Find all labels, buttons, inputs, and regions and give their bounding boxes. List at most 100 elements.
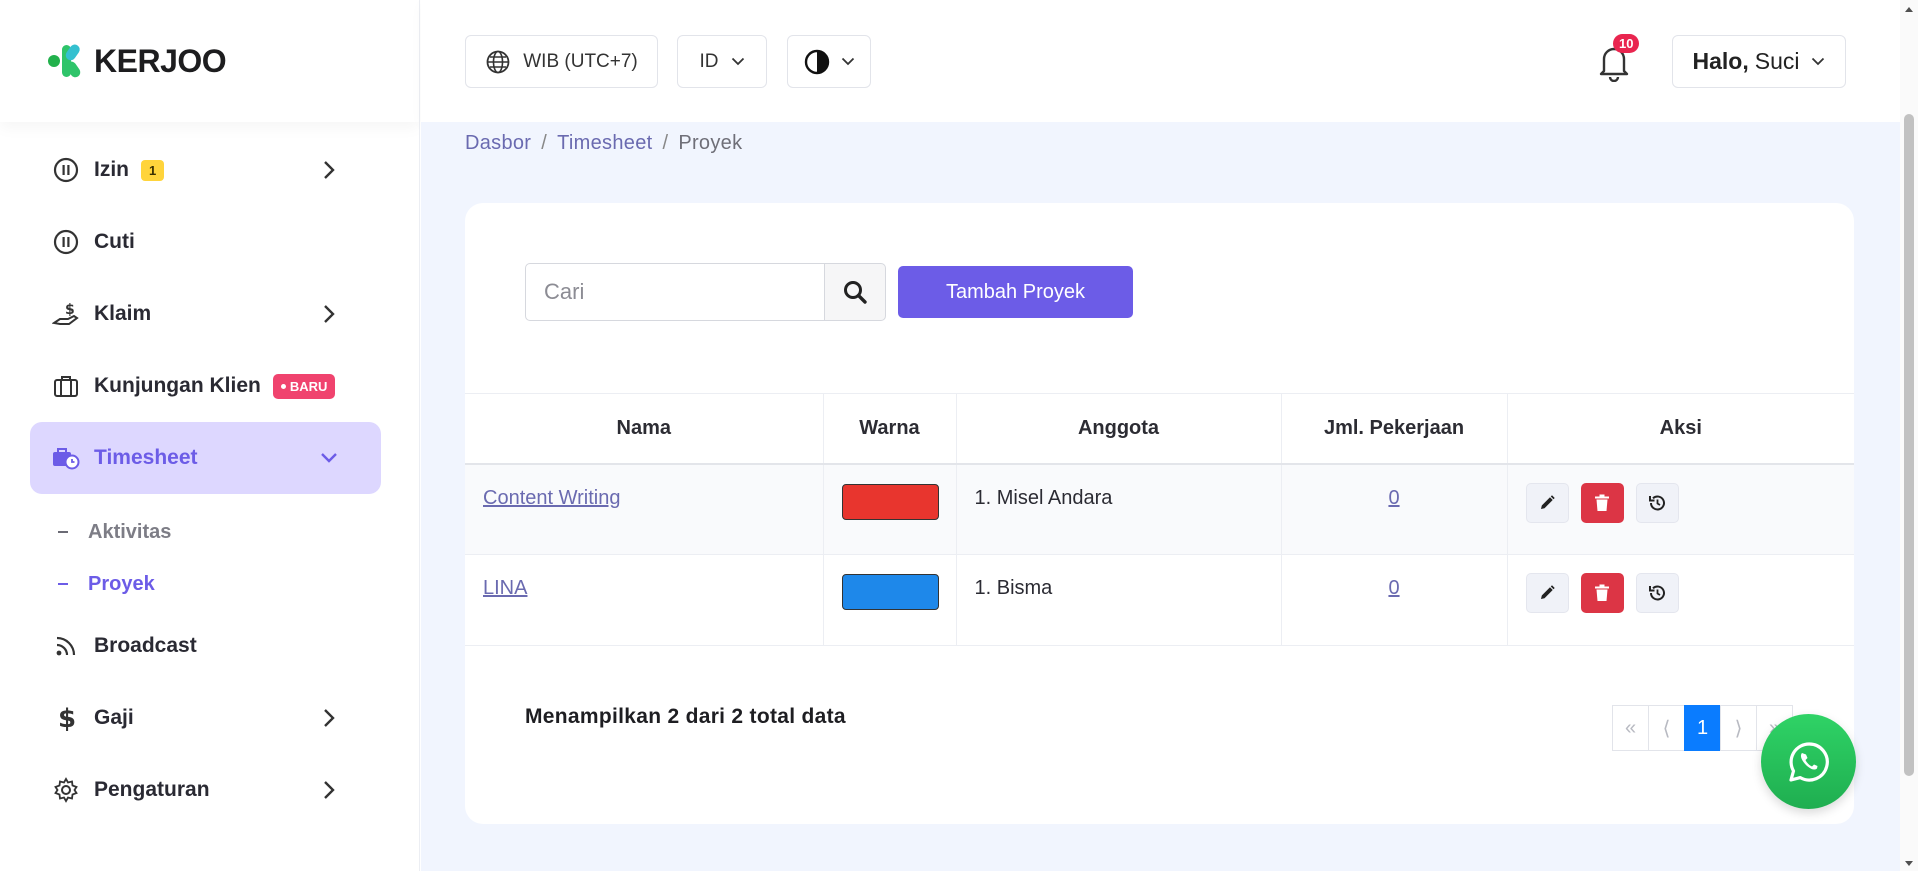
user-menu-button[interactable]: Halo, Suci bbox=[1672, 35, 1846, 88]
sidebar-item-pengaturan[interactable]: Pengaturan bbox=[0, 754, 419, 826]
sidebar: KERJOO Izin 1 Cuti $ Klaim Kunjungan Kli… bbox=[0, 0, 420, 871]
history-button[interactable] bbox=[1635, 482, 1679, 523]
table-info-text: Menampilkan 2 dari 2 total data bbox=[525, 705, 846, 728]
greeting-label: Halo, bbox=[1692, 48, 1749, 74]
svg-text:$: $ bbox=[65, 302, 75, 318]
sidebar-item-label: Kunjungan Klien bbox=[94, 374, 261, 397]
sidebar-item-label: Pengaturan bbox=[94, 778, 210, 801]
language-select[interactable]: ID bbox=[677, 35, 767, 88]
breadcrumb-timesheet[interactable]: Timesheet bbox=[557, 132, 652, 154]
dash-marker bbox=[58, 583, 68, 585]
pencil-icon bbox=[1538, 584, 1556, 602]
pencil-icon bbox=[1538, 494, 1556, 512]
breadcrumb-current: Proyek bbox=[678, 132, 743, 154]
sidebar-item-label: Broadcast bbox=[94, 634, 197, 657]
chevron-right-icon bbox=[318, 705, 340, 731]
timezone-button[interactable]: WIB (UTC+7) bbox=[465, 35, 658, 88]
count-badge: 1 bbox=[141, 159, 165, 181]
sidebar-item-label: Klaim bbox=[94, 302, 152, 325]
sidebar-nav: Izin 1 Cuti $ Klaim Kunjungan Klien BARU bbox=[0, 122, 419, 826]
chevron-down-icon bbox=[731, 57, 745, 66]
jobs-count-link[interactable]: 0 bbox=[1388, 487, 1399, 509]
delete-button[interactable] bbox=[1580, 573, 1624, 613]
whatsapp-icon bbox=[1785, 738, 1833, 786]
scrollbar-thumb[interactable] bbox=[1904, 114, 1914, 776]
sidebar-item-label: Timesheet bbox=[94, 446, 198, 469]
table-row: Content Writing 1. Misel Andara 0 bbox=[465, 463, 1854, 555]
search-placeholder: Cari bbox=[544, 279, 585, 304]
logo-area: KERJOO bbox=[0, 0, 419, 122]
sidebar-item-klaim[interactable]: $ Klaim bbox=[0, 278, 419, 350]
project-actions-cell bbox=[1507, 554, 1854, 646]
search-input[interactable]: Cari bbox=[525, 263, 825, 321]
sidebar-item-timesheet[interactable]: Timesheet bbox=[30, 422, 381, 494]
history-icon bbox=[1647, 583, 1667, 603]
chevron-down-icon bbox=[1811, 57, 1825, 66]
column-header-warna: Warna bbox=[823, 393, 957, 465]
breadcrumb: Dasbor / Timesheet / Proyek bbox=[465, 132, 743, 154]
project-actions-cell bbox=[1507, 463, 1854, 555]
scroll-up-arrow-icon[interactable] bbox=[1903, 3, 1915, 15]
breadcrumb-dasbor[interactable]: Dasbor bbox=[465, 132, 531, 154]
project-jobs-cell: 0 bbox=[1281, 554, 1508, 646]
chevron-right-icon bbox=[318, 301, 340, 327]
sidebar-item-label: Gaji bbox=[94, 706, 134, 729]
sidebar-subitem-aktivitas[interactable]: Aktivitas bbox=[0, 506, 419, 558]
theme-toggle-button[interactable] bbox=[787, 35, 871, 88]
scroll-down-arrow-icon[interactable] bbox=[1903, 856, 1915, 868]
whatsapp-chat-button[interactable] bbox=[1761, 714, 1856, 809]
project-member-cell: 1. Bisma bbox=[956, 554, 1282, 646]
sidebar-item-kunjungan-klien[interactable]: Kunjungan Klien BARU bbox=[0, 350, 419, 422]
language-label: ID bbox=[699, 50, 719, 72]
sidebar-item-broadcast[interactable]: Broadcast bbox=[0, 610, 419, 682]
column-header-jml-pekerjaan: Jml. Pekerjaan bbox=[1281, 393, 1508, 465]
page-number-button[interactable]: 1 bbox=[1684, 705, 1721, 751]
brand-name: KERJOO bbox=[94, 42, 227, 79]
sidebar-item-label: Izin bbox=[94, 158, 129, 181]
dash-marker bbox=[58, 531, 68, 533]
project-name-cell: Content Writing bbox=[465, 463, 824, 555]
add-project-button[interactable]: Tambah Proyek bbox=[898, 266, 1133, 318]
project-name-link[interactable]: LINA bbox=[483, 577, 527, 599]
column-header-nama: Nama bbox=[465, 393, 824, 465]
history-button[interactable] bbox=[1635, 573, 1679, 613]
sidebar-subitem-proyek[interactable]: Proyek bbox=[0, 558, 419, 610]
new-badge: BARU bbox=[272, 373, 336, 399]
sidebar-item-label: Cuti bbox=[94, 230, 135, 253]
column-header-anggota: Anggota bbox=[956, 393, 1282, 465]
pause-circle-icon bbox=[52, 228, 80, 256]
column-header-aksi: Aksi bbox=[1507, 393, 1854, 465]
table-row: LINA 1. Bisma 0 bbox=[465, 554, 1854, 646]
edit-button[interactable] bbox=[1525, 573, 1569, 613]
notification-count-badge: 10 bbox=[1613, 34, 1640, 53]
project-table: Nama Warna Anggota Jml. Pekerjaan Aksi C… bbox=[465, 393, 1854, 646]
svg-text:$: $ bbox=[58, 704, 76, 732]
trash-icon bbox=[1594, 494, 1610, 512]
topbar: WIB (UTC+7) ID 10 Halo, Suci bbox=[421, 0, 1918, 122]
project-name-cell: LINA bbox=[465, 554, 824, 646]
edit-button[interactable] bbox=[1525, 482, 1569, 523]
timezone-label: WIB (UTC+7) bbox=[523, 50, 638, 72]
page-prev-button[interactable]: ⟨ bbox=[1648, 705, 1685, 751]
color-swatch bbox=[841, 483, 939, 520]
chevron-down-icon bbox=[318, 445, 340, 471]
search-button[interactable] bbox=[825, 263, 886, 321]
project-card: Cari Tambah Proyek Nama Warna Anggota Jm… bbox=[465, 203, 1854, 824]
history-icon bbox=[1647, 493, 1667, 513]
sidebar-item-cuti[interactable]: Cuti bbox=[0, 206, 419, 278]
contrast-icon bbox=[803, 48, 831, 76]
hand-dollar-icon: $ bbox=[52, 300, 80, 328]
page-first-button[interactable]: « bbox=[1612, 705, 1649, 751]
sidebar-item-gaji[interactable]: $ Gaji bbox=[0, 682, 419, 754]
project-name-link[interactable]: Content Writing bbox=[483, 487, 620, 509]
jobs-count-link[interactable]: 0 bbox=[1388, 577, 1399, 599]
table-header-row: Nama Warna Anggota Jml. Pekerjaan Aksi bbox=[465, 393, 1854, 465]
delete-button[interactable] bbox=[1580, 482, 1624, 523]
pause-circle-icon bbox=[52, 156, 80, 184]
sidebar-item-izin[interactable]: Izin 1 bbox=[0, 134, 419, 206]
sidebar-subitem-label: Proyek bbox=[88, 572, 155, 595]
gear-icon bbox=[52, 776, 80, 804]
chevron-down-icon bbox=[841, 57, 855, 66]
sidebar-subitem-label: Aktivitas bbox=[88, 520, 172, 543]
page-next-button[interactable]: ⟩ bbox=[1720, 705, 1757, 751]
